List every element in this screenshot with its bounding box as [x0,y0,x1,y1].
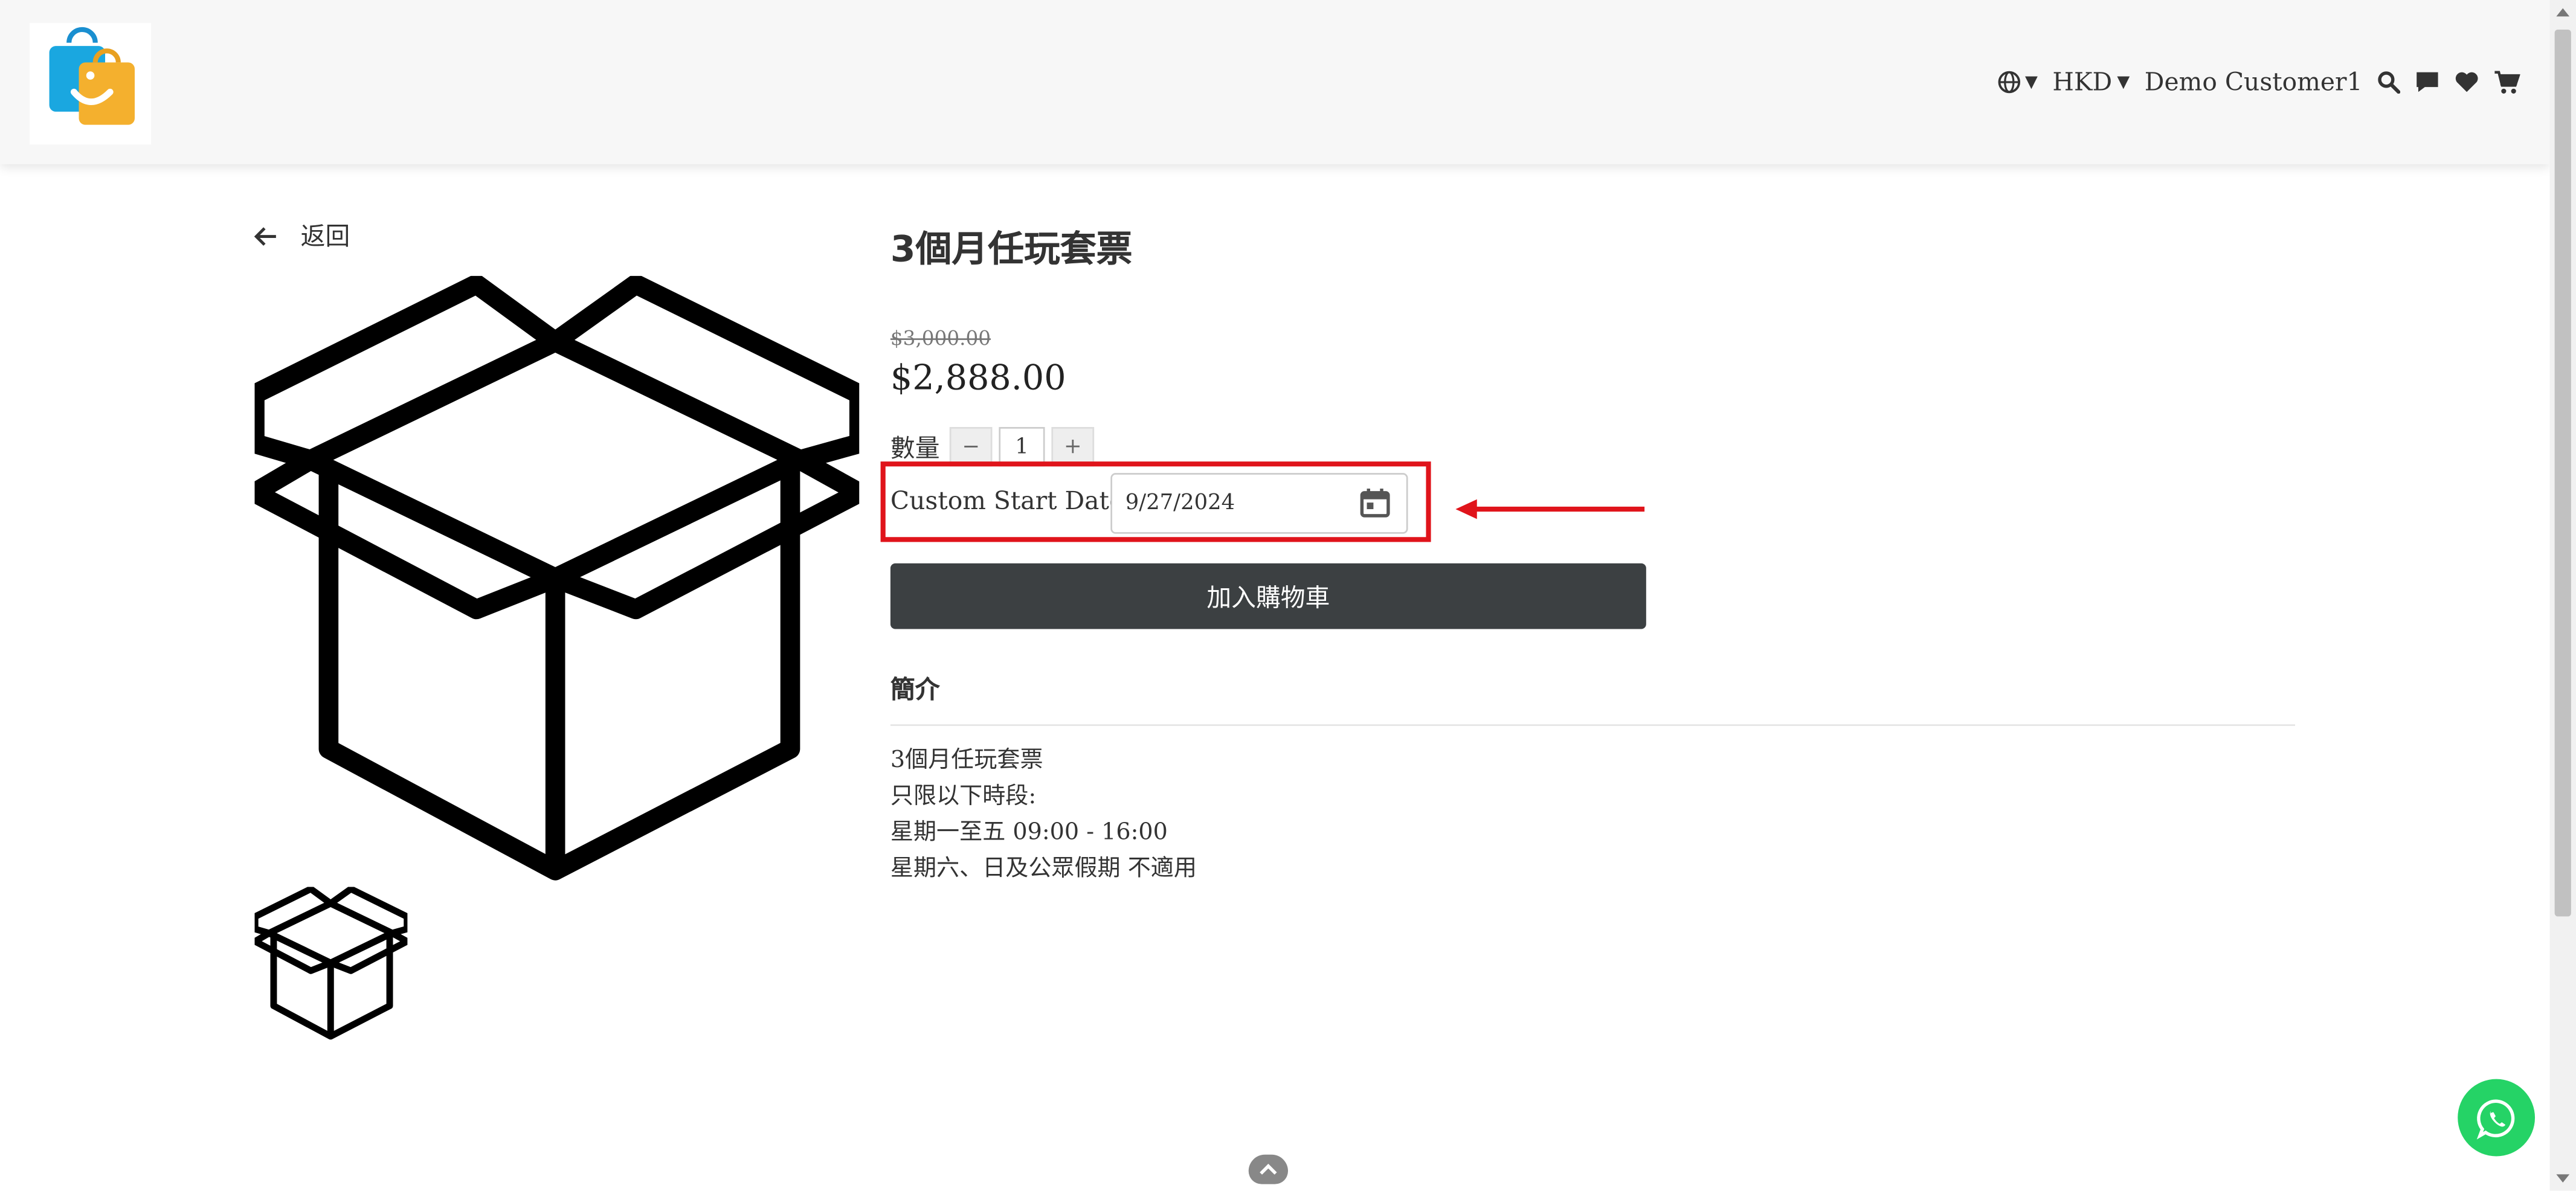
date-value: 9/27/2024 [1125,491,1235,516]
custom-start-date-label: Custom Start Date [890,486,1124,516]
original-price: $3,000.00 [890,327,991,350]
search-icon [2378,71,2401,94]
custom-start-date-input[interactable]: 9/27/2024 [1110,473,1408,534]
open-box-icon [251,885,411,1040]
header-nav: ▼ HKD ▼ Demo Customer1 [1997,66,2520,98]
description-line: 星期一至五 09:00 - 16:00 [890,819,1168,846]
open-box-icon [245,274,869,881]
cart-button[interactable] [2494,70,2520,95]
quantity-input[interactable]: 1 [999,427,1045,467]
intro-heading: 簡介 [890,675,940,705]
currency-selector[interactable]: HKD ▼ [2052,67,2130,97]
current-price: $2,888.00 [890,358,1066,398]
product-description: 3個月任玩套票 只限以下時段: 星期一至五 09:00 - 16:00 星期六、… [890,742,1197,887]
scroll-down-arrow-icon[interactable] [2556,1174,2570,1183]
quantity-increase-button[interactable]: + [1051,427,1095,467]
shopping-bags-logo-icon [49,27,135,125]
search-button[interactable] [2377,71,2401,94]
cart-icon [2494,70,2520,93]
calendar-icon[interactable] [1359,486,1391,519]
wishlist-button[interactable] [2455,71,2479,94]
chevron-down-icon: ▼ [2025,73,2038,91]
description-line: 星期六、日及公眾假期 不適用 [890,855,1197,882]
chevron-down-icon: ▼ [2117,73,2130,91]
quantity-decrease-button[interactable]: − [949,427,993,467]
currency-label: HKD [2052,67,2113,97]
customer-name: Demo Customer1 [2144,67,2363,97]
scroll-up-arrow-icon[interactable] [2556,8,2570,17]
add-to-cart-button[interactable]: 加入購物車 [890,563,1646,629]
scrollbar-thumb[interactable] [2554,29,2571,917]
customer-account-link[interactable]: Demo Customer1 [2145,67,2363,97]
chevron-up-icon [1260,1163,1277,1175]
arrow-left-icon [254,226,276,245]
heart-icon [2455,72,2478,92]
whatsapp-icon [2476,1099,2514,1139]
annotation-arrow-icon [1455,499,1645,519]
messages-button[interactable] [2415,71,2440,94]
quantity-label: 數量 [890,432,940,463]
quantity-stepper: 數量 − 1 + [890,427,1095,467]
chat-icon [2417,72,2438,92]
language-selector[interactable]: ▼ [1997,71,2038,94]
back-link[interactable]: 返回 [253,219,350,253]
description-line: 3個月任玩套票 [890,747,1043,774]
shop-logo[interactable] [29,23,152,145]
product-title: 3個月任玩套票 [890,230,1133,271]
whatsapp-chat-button[interactable] [2458,1079,2536,1157]
page-scrollbar[interactable] [2549,0,2576,1191]
product-thumbnail[interactable] [251,885,411,1040]
scroll-to-top-button[interactable] [1248,1154,1289,1184]
divider [890,724,2296,726]
site-header: ▼ HKD ▼ Demo Customer1 [0,0,2550,164]
description-line: 只限以下時段: [890,783,1037,810]
globe-icon [1997,71,2020,94]
back-label: 返回 [300,222,350,252]
product-main-image [245,274,869,884]
